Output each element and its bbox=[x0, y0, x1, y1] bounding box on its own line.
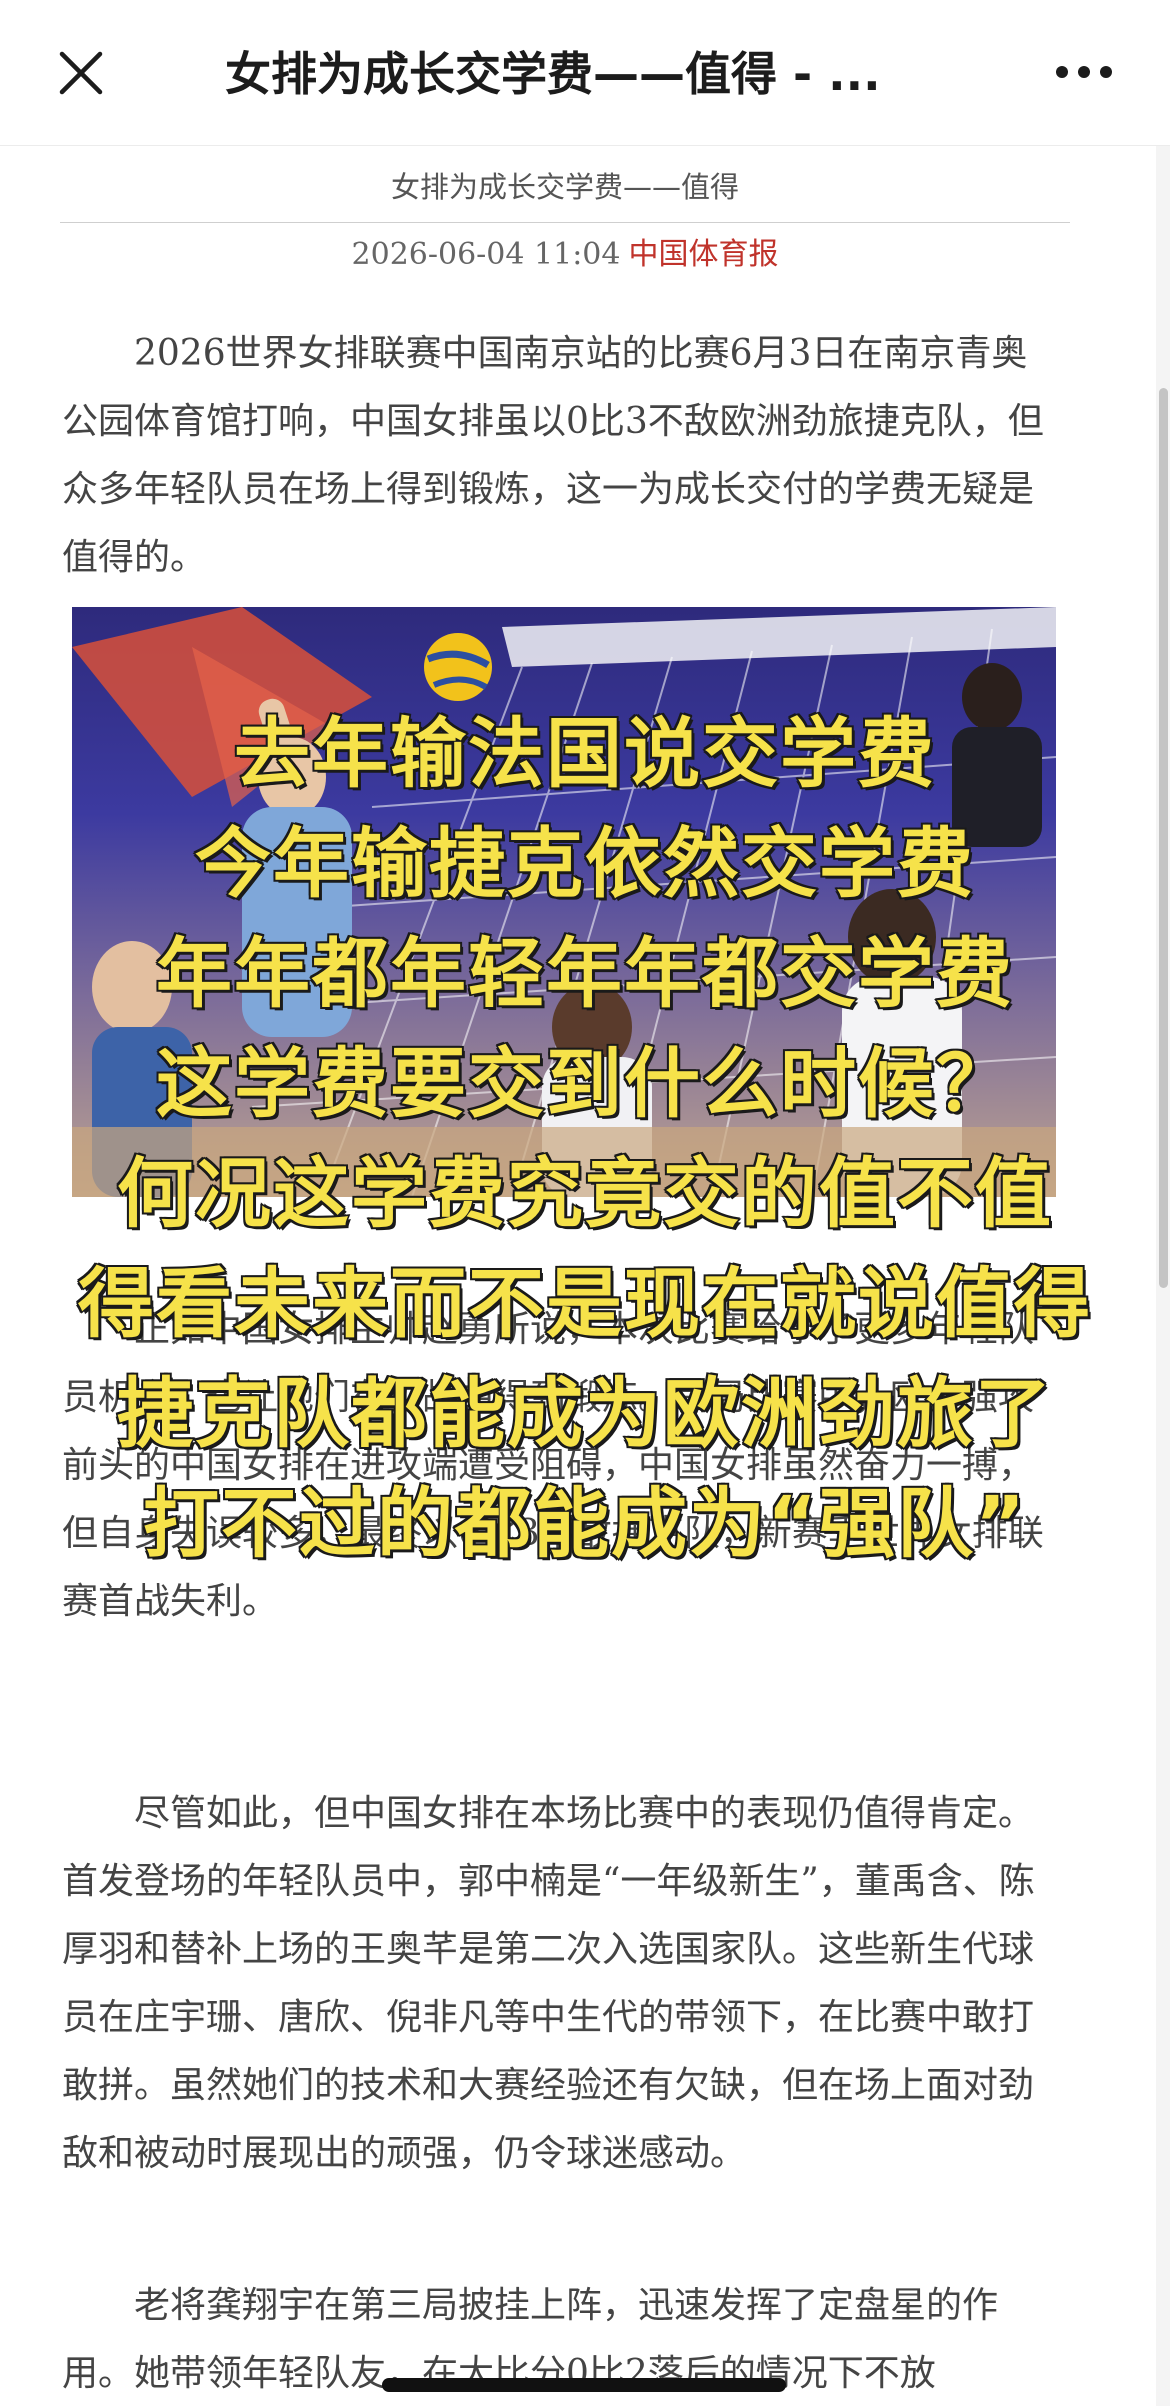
article-paragraph: 2026世界女排联赛中国南京站的比赛6月3日在南京青奥公园体育馆打响，中国女排虽… bbox=[62, 333, 1044, 578]
header-divider bbox=[60, 222, 1070, 223]
page-title: 女排为成长交学费——值得 - ... bbox=[225, 47, 881, 101]
overlay-line: 何况这学费究竟交的值不值 bbox=[116, 1148, 1053, 1240]
overlay-line: 这学费要交到什么时候？ bbox=[155, 1038, 1014, 1130]
webview-page: 女排为成长交学费——值得 - ... 女排为成长交学费——值得 2026-06-… bbox=[0, 0, 1170, 2406]
overlay-line: 去年输法国说交学费 bbox=[233, 708, 936, 800]
more-horizontal-icon[interactable] bbox=[1054, 62, 1114, 82]
source-link[interactable]: 中国体育报 bbox=[628, 237, 778, 272]
scrollbar-thumb[interactable] bbox=[1159, 388, 1168, 1288]
article-paragraph: 尽管如此，但中国女排在本场比赛中的表现仍值得肯定。首发登场的年轻队员中，郭中楠是… bbox=[62, 1793, 1035, 2174]
overlay-line: 今年输捷克依然交学费 bbox=[194, 818, 975, 910]
overlay-line: 得看未来而不是现在就说值得 bbox=[77, 1258, 1092, 1350]
top-nav-bar: 女排为成长交学费——值得 - ... bbox=[0, 0, 1170, 146]
overlay-line: 打不过的都能成为“强队” bbox=[142, 1478, 1027, 1570]
article-subtitle: 女排为成长交学费——值得 bbox=[390, 170, 739, 204]
overlay-line: 捷克队都能成为欧洲劲旅了 bbox=[116, 1368, 1053, 1460]
home-indicator[interactable] bbox=[382, 2378, 786, 2392]
overlay-caption: 去年输法国说交学费 今年输捷克依然交学费 年年都年轻年年都交学费 这学费要交到什… bbox=[0, 704, 1170, 1608]
article-meta: 2026-06-04 11:04 中国体育报 bbox=[60, 232, 1070, 278]
overlay-line: 年年都年轻年年都交学费 bbox=[155, 928, 1014, 1020]
close-icon[interactable] bbox=[56, 48, 106, 98]
publish-date: 2026-06-04 11:04 bbox=[351, 237, 621, 272]
